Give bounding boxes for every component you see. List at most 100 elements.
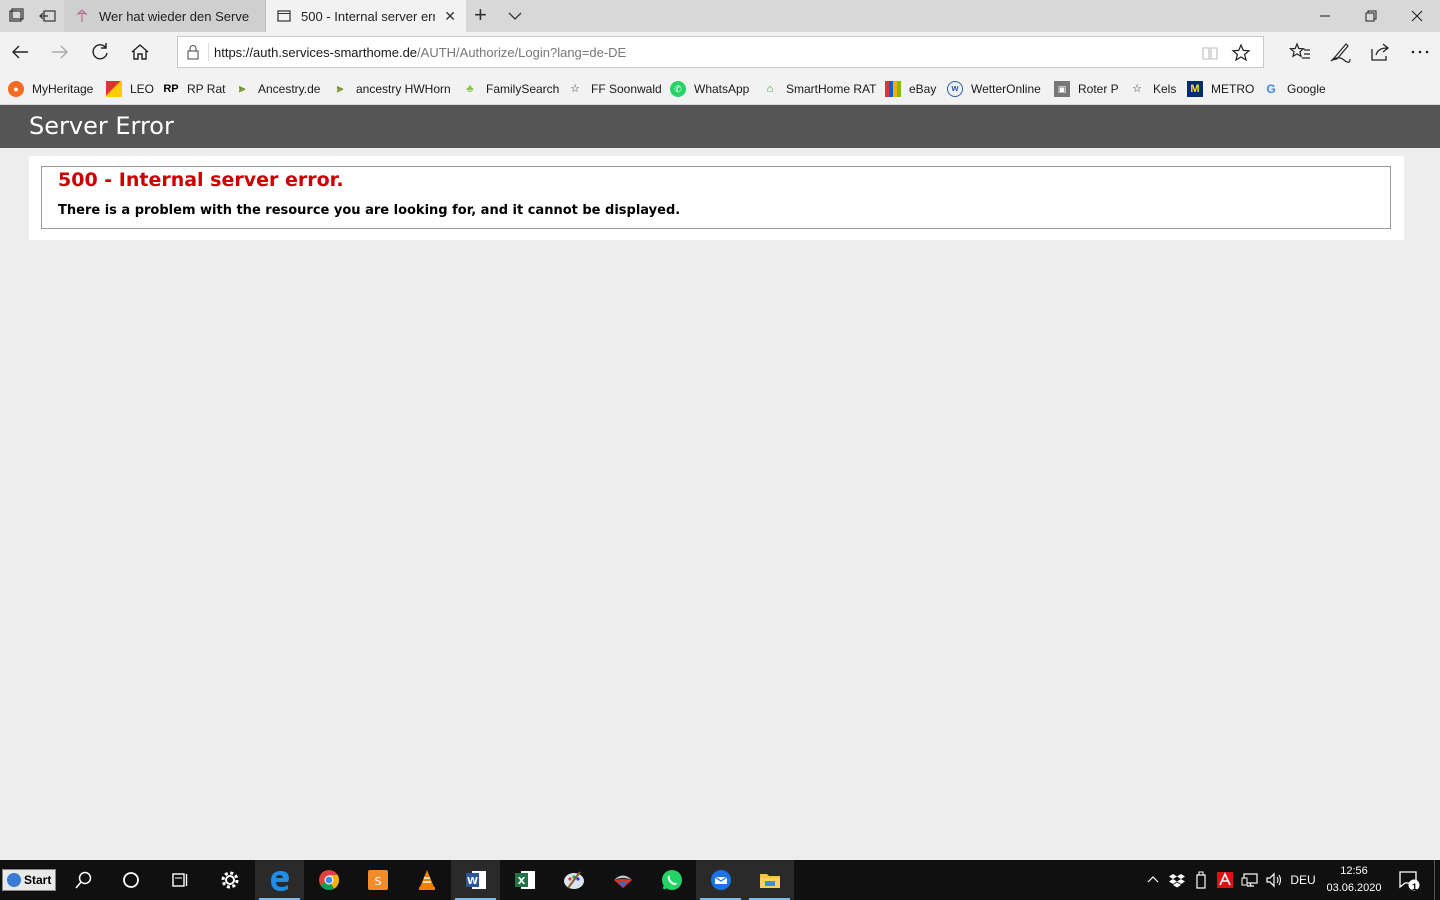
favorite-label: SmartHome RAT: [786, 82, 877, 96]
url-path: /AUTH/Authorize/Login?lang=de-DE: [417, 45, 627, 60]
favorite-kels[interactable]: ☆ Kels: [1129, 80, 1176, 98]
action-center-button[interactable]: 1: [1394, 860, 1424, 900]
tray-network[interactable]: [1238, 860, 1262, 900]
favorite-smarthome-rat[interactable]: ⌂ SmartHome RAT: [762, 80, 877, 98]
start-button[interactable]: Start: [2, 869, 56, 891]
set-aside-tabs-icon[interactable]: [38, 6, 58, 26]
taskbar-edge[interactable]: [255, 860, 304, 900]
myheritage-icon: ●: [8, 81, 24, 97]
volume-icon: [1266, 872, 1282, 888]
folder-icon: [759, 874, 780, 888]
mail-icon: [710, 870, 731, 890]
cortana-button[interactable]: [106, 860, 155, 900]
usb-device-icon: [1196, 871, 1206, 889]
favorite-label: RP Rat: [187, 82, 226, 96]
favorites-bar: ● MyHeritage LEO RP RP Rat ⪢ Ancestry.de ⪢ a…: [0, 72, 1440, 105]
leo-icon: [106, 81, 122, 97]
show-hidden-icons[interactable]: [1144, 860, 1162, 900]
ancestry-icon: ⪢: [238, 83, 246, 95]
chevron-down-icon[interactable]: [506, 7, 524, 25]
tray-battery[interactable]: [1190, 860, 1212, 900]
search-icon: [74, 871, 91, 889]
share-icon[interactable]: [1368, 40, 1392, 64]
excel-icon: X: [514, 871, 535, 889]
tab-internal-server-error[interactable]: 500 - Internal server error. ✕: [266, 0, 466, 32]
metro-icon: M: [1187, 81, 1203, 97]
favorite-ancestry-de[interactable]: ⪢ Ancestry.de: [234, 80, 321, 98]
back-icon[interactable]: [8, 40, 32, 64]
favorite-google[interactable]: G Google: [1263, 80, 1325, 98]
navigation-bar: https://auth.services-smarthome.de/AUTH/…: [0, 32, 1440, 72]
lock-icon[interactable]: [186, 44, 200, 60]
taskbar-settings[interactable]: [205, 860, 254, 900]
minimize-button[interactable]: [1302, 0, 1348, 32]
error-box: 500 - Internal server error. There is a …: [41, 166, 1391, 229]
svg-text:S: S: [374, 875, 381, 888]
forward-icon[interactable]: [48, 40, 72, 64]
taskbar: Start S W X DEU 12:56 03.06.2020 1: [0, 860, 1440, 900]
show-desktop-button[interactable]: [1434, 860, 1440, 900]
star-icon[interactable]: [1231, 43, 1251, 63]
taskbar-excel[interactable]: X: [500, 860, 549, 900]
input-language[interactable]: DEU: [1288, 860, 1318, 900]
reading-view-icon[interactable]: [1201, 44, 1219, 62]
wetteronline-icon: w: [947, 81, 963, 97]
page-header: Server Error: [0, 105, 1440, 148]
search-button[interactable]: [59, 860, 108, 900]
restore-button[interactable]: [1348, 0, 1394, 32]
favorite-myheritage[interactable]: ● MyHeritage: [8, 80, 93, 98]
taskbar-word[interactable]: W: [451, 860, 500, 900]
tab-actions-icon[interactable]: [6, 6, 26, 26]
cortana-icon: [122, 872, 139, 888]
rp-icon: RP: [163, 83, 179, 95]
whatsapp-icon: [661, 870, 682, 890]
minimize-icon: [1320, 15, 1330, 17]
paint-icon: [563, 871, 584, 889]
clock[interactable]: 12:56 03.06.2020: [1318, 863, 1390, 897]
refresh-icon[interactable]: [88, 40, 112, 64]
error-message: There is a problem with the resource you…: [58, 203, 681, 218]
new-tab-icon[interactable]: +: [474, 4, 487, 26]
taskbar-chrome[interactable]: [304, 860, 353, 900]
favorite-rp-rat[interactable]: RP RP Rat: [163, 80, 225, 98]
favorite-ancestry-hwhorn[interactable]: ⪢ ancestry HWHorn: [332, 80, 451, 98]
ebay-icon: [885, 81, 901, 97]
chrome-icon: [318, 870, 339, 891]
address-bar[interactable]: https://auth.services-smarthome.de/AUTH/…: [177, 36, 1264, 68]
task-view-button[interactable]: [155, 860, 204, 900]
home-icon[interactable]: [128, 40, 152, 64]
url-text[interactable]: https://auth.services-smarthome.de/AUTH/…: [214, 45, 626, 60]
close-tab-icon[interactable]: ✕: [444, 8, 456, 25]
taskbar-pdf-app[interactable]: S: [353, 860, 402, 900]
favorite-whatsapp[interactable]: ✆ WhatsApp: [670, 80, 749, 98]
favorite-familysearch[interactable]: ♣ FamilySearch: [462, 80, 559, 98]
edge-icon: [270, 871, 289, 891]
taskbar-mail[interactable]: [696, 860, 745, 900]
favorite-metro[interactable]: M METRO: [1187, 80, 1254, 98]
favorites-hub-icon[interactable]: [1288, 40, 1312, 64]
taskbar-file-explorer[interactable]: [745, 860, 794, 900]
tab-wer-hat-wieder[interactable]: Wer hat wieder den Server abgeschaltet: [64, 0, 266, 32]
taskbar-whatsapp[interactable]: [647, 860, 696, 900]
favorite-leo[interactable]: LEO: [106, 80, 154, 98]
tray-antivirus[interactable]: [1214, 860, 1236, 900]
favorite-wetteronline[interactable]: w WetterOnline: [947, 80, 1041, 98]
familysearch-icon: ♣: [466, 83, 474, 95]
more-icon[interactable]: [1408, 40, 1432, 64]
tray-dropbox[interactable]: [1166, 860, 1188, 900]
taskbar-photos[interactable]: [598, 860, 647, 900]
taskbar-vlc[interactable]: [402, 860, 451, 900]
tab-label: 500 - Internal server error.: [301, 8, 435, 24]
close-window-button[interactable]: [1394, 0, 1440, 32]
pen-icon[interactable]: [1328, 40, 1352, 64]
clock-date: 03.06.2020: [1326, 882, 1382, 894]
favorite-roter-p[interactable]: ▣ Roter P: [1054, 80, 1119, 98]
favorite-ff-soonwald[interactable]: ☆ FF Soonwald: [567, 80, 662, 98]
start-logo-icon: [7, 873, 21, 887]
taskbar-paint[interactable]: [549, 860, 598, 900]
tray-volume[interactable]: [1263, 860, 1285, 900]
favorite-ebay[interactable]: eBay: [885, 80, 936, 98]
vlc-icon: [418, 870, 435, 890]
task-view-icon: [171, 873, 187, 887]
notification-count: 1: [1412, 882, 1418, 892]
